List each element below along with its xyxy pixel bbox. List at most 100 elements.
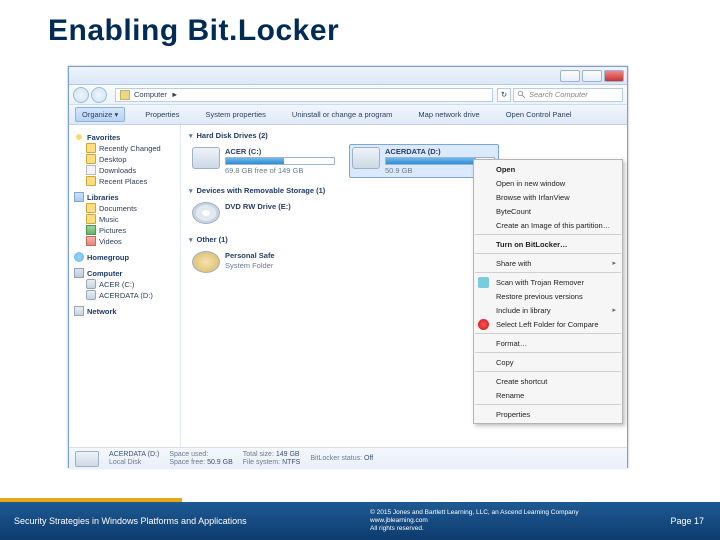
sidebar-item-drive-d[interactable]: ACERDATA (D:) xyxy=(86,290,178,300)
ctx-open-new[interactable]: Open in new window xyxy=(474,176,622,190)
desktop-icon xyxy=(86,154,96,164)
homegroup-header[interactable]: Homegroup xyxy=(74,252,178,262)
documents-icon xyxy=(86,203,96,213)
shield-icon xyxy=(478,277,489,288)
hdd-icon xyxy=(192,147,220,169)
back-button[interactable] xyxy=(73,87,89,103)
properties-button[interactable]: Properties xyxy=(139,108,185,121)
sidebar-item-recent[interactable]: Recent Places xyxy=(86,176,178,186)
details-title: ACERDATA (D:) xyxy=(109,451,159,459)
search-placeholder: Search Computer xyxy=(529,90,588,99)
ctx-format[interactable]: Format… xyxy=(474,336,622,350)
footer-course-title: Security Strategies in Windows Platforms… xyxy=(0,516,250,526)
slide-title: Enabling Bit.Locker xyxy=(0,0,720,54)
ctx-bytecount[interactable]: ByteCount xyxy=(474,204,622,218)
command-bar: Organize ▾ Properties System properties … xyxy=(69,105,627,125)
forward-button[interactable] xyxy=(91,87,107,103)
sidebar-item-documents[interactable]: Documents xyxy=(86,203,178,213)
ctx-copy[interactable]: Copy xyxy=(474,355,622,369)
ctx-properties[interactable]: Properties xyxy=(474,407,622,421)
ctx-separator xyxy=(475,333,621,334)
ctx-create-image[interactable]: Create an Image of this partition… xyxy=(474,218,622,232)
ctx-include-library[interactable]: Include in library xyxy=(474,303,622,317)
hdd-icon xyxy=(86,279,96,289)
ctx-scan-trojan[interactable]: Scan with Trojan Remover xyxy=(474,275,622,289)
pictures-icon xyxy=(86,225,96,235)
downloads-icon xyxy=(86,165,96,175)
navigation-pane: Favorites Recently Changed Desktop Downl… xyxy=(69,125,181,447)
computer-icon xyxy=(120,90,130,100)
ctx-open[interactable]: Open xyxy=(474,162,622,176)
music-icon xyxy=(86,214,96,224)
sidebar-item-recently[interactable]: Recently Changed xyxy=(86,143,178,153)
sidebar-item-music[interactable]: Music xyxy=(86,214,178,224)
ctx-separator xyxy=(475,253,621,254)
uninstall-button[interactable]: Uninstall or change a program xyxy=(286,108,398,121)
details-bl: Off xyxy=(364,455,373,462)
organize-button[interactable]: Organize ▾ xyxy=(75,107,125,122)
compare-icon xyxy=(478,319,489,330)
details-total: 149 GB xyxy=(276,451,300,458)
refresh-button[interactable]: ↻ xyxy=(497,88,511,102)
maximize-button[interactable] xyxy=(582,70,602,82)
ctx-browse-irfan[interactable]: Browse with IrfanView xyxy=(474,190,622,204)
hdd-icon xyxy=(86,290,96,300)
network-header[interactable]: Network xyxy=(74,306,178,316)
window-titlebar xyxy=(69,67,627,85)
drive-c[interactable]: ACER (C:) 69.8 GB free of 149 GB xyxy=(189,144,339,178)
favorites-header[interactable]: Favorites xyxy=(74,132,178,142)
footer-copyright: © 2015 Jones and Bartlett Learning, LLC,… xyxy=(250,509,670,533)
breadcrumb-chevron: ► xyxy=(171,90,178,99)
sidebar-item-downloads[interactable]: Downloads xyxy=(86,165,178,175)
map-drive-button[interactable]: Map network drive xyxy=(412,108,485,121)
network-icon xyxy=(74,306,84,316)
folder-icon xyxy=(86,143,96,153)
ctx-separator xyxy=(475,371,621,372)
context-menu: Open Open in new window Browse with Irfa… xyxy=(473,159,623,424)
homegroup-icon xyxy=(74,252,84,262)
drive-safe[interactable]: Personal Safe System Folder xyxy=(189,248,339,276)
sidebar-item-pictures[interactable]: Pictures xyxy=(86,225,178,235)
drive-safe-sub: System Folder xyxy=(225,261,275,270)
ctx-create-shortcut[interactable]: Create shortcut xyxy=(474,374,622,388)
ctx-select-left[interactable]: Select Left Folder for Compare xyxy=(474,317,622,331)
star-icon xyxy=(74,132,84,142)
drive-d-label: ACERDATA (D:) xyxy=(385,147,495,156)
nav-row: Computer ► ↻ Search Computer xyxy=(69,85,627,105)
ctx-separator xyxy=(475,272,621,273)
libraries-icon xyxy=(74,192,84,202)
search-input[interactable]: Search Computer xyxy=(513,88,623,102)
ctx-turn-on-bitlocker[interactable]: Turn on BitLocker… xyxy=(474,237,622,251)
details-fs-lab: File system: xyxy=(243,459,280,466)
libraries-header[interactable]: Libraries xyxy=(74,192,178,202)
breadcrumb[interactable]: Computer ► xyxy=(115,88,493,102)
ctx-share-with[interactable]: Share with xyxy=(474,256,622,270)
recent-icon xyxy=(86,176,96,186)
ctx-separator xyxy=(475,352,621,353)
sidebar-item-desktop[interactable]: Desktop xyxy=(86,154,178,164)
ctx-restore[interactable]: Restore previous versions xyxy=(474,289,622,303)
safe-icon xyxy=(192,251,220,273)
system-properties-button[interactable]: System properties xyxy=(199,108,271,121)
videos-icon xyxy=(86,236,96,246)
control-panel-button[interactable]: Open Control Panel xyxy=(500,108,578,121)
hdd-icon xyxy=(75,451,99,467)
drive-dvd-label: DVD RW Drive (E:) xyxy=(225,202,291,211)
computer-icon xyxy=(74,268,84,278)
group-hdd[interactable]: Hard Disk Drives (2) xyxy=(189,131,619,140)
computer-header[interactable]: Computer xyxy=(74,268,178,278)
explorer-window: Computer ► ↻ Search Computer Organize ▾ … xyxy=(68,66,628,468)
details-bl-lab: BitLocker status: xyxy=(310,455,362,462)
hdd-icon xyxy=(352,147,380,169)
ctx-separator xyxy=(475,404,621,405)
ctx-rename[interactable]: Rename xyxy=(474,388,622,402)
sidebar-item-videos[interactable]: Videos xyxy=(86,236,178,246)
details-localdisk: Local Disk xyxy=(109,459,159,467)
sidebar-item-drive-c[interactable]: ACER (C:) xyxy=(86,279,178,289)
details-spacefree-lab: Space free: xyxy=(169,459,205,466)
drive-dvd[interactable]: DVD RW Drive (E:) xyxy=(189,199,339,227)
drive-c-label: ACER (C:) xyxy=(225,147,335,156)
close-button[interactable] xyxy=(604,70,624,82)
drive-safe-label: Personal Safe xyxy=(225,251,275,260)
minimize-button[interactable] xyxy=(560,70,580,82)
